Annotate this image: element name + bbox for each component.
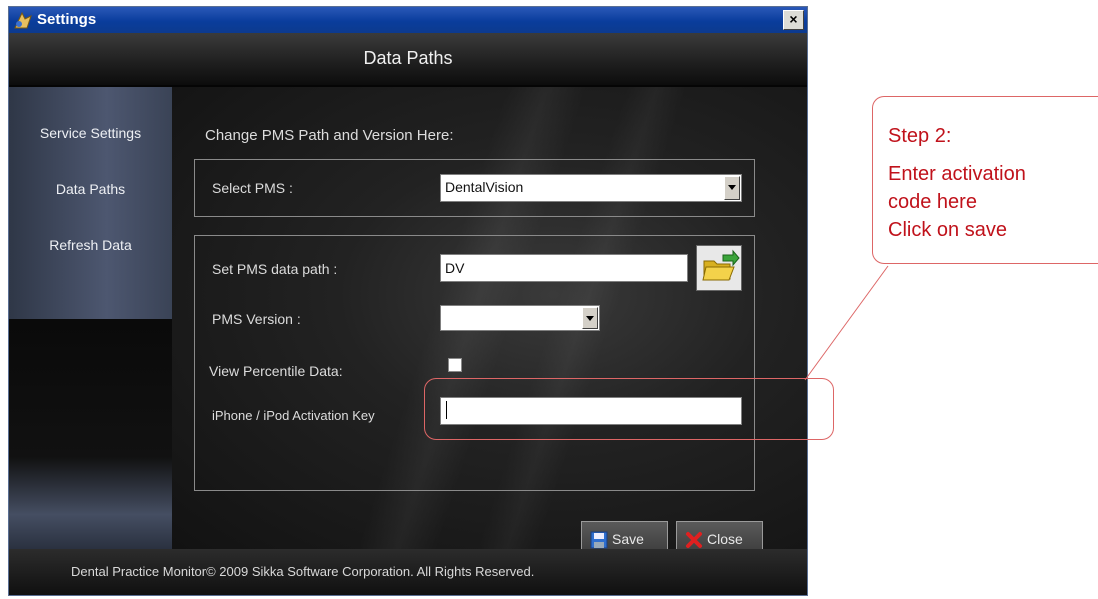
callout-line-3: Click on save	[888, 219, 1007, 241]
activation-highlight-box	[424, 378, 834, 440]
callout-line-1: Enter activation	[888, 163, 1026, 185]
callout-step: Step 2:	[888, 125, 952, 147]
callout-connector	[804, 265, 889, 381]
callout-line-2: code here	[888, 191, 977, 213]
annotation-callout: Step 2: Enter activation code here Click…	[872, 96, 1098, 264]
